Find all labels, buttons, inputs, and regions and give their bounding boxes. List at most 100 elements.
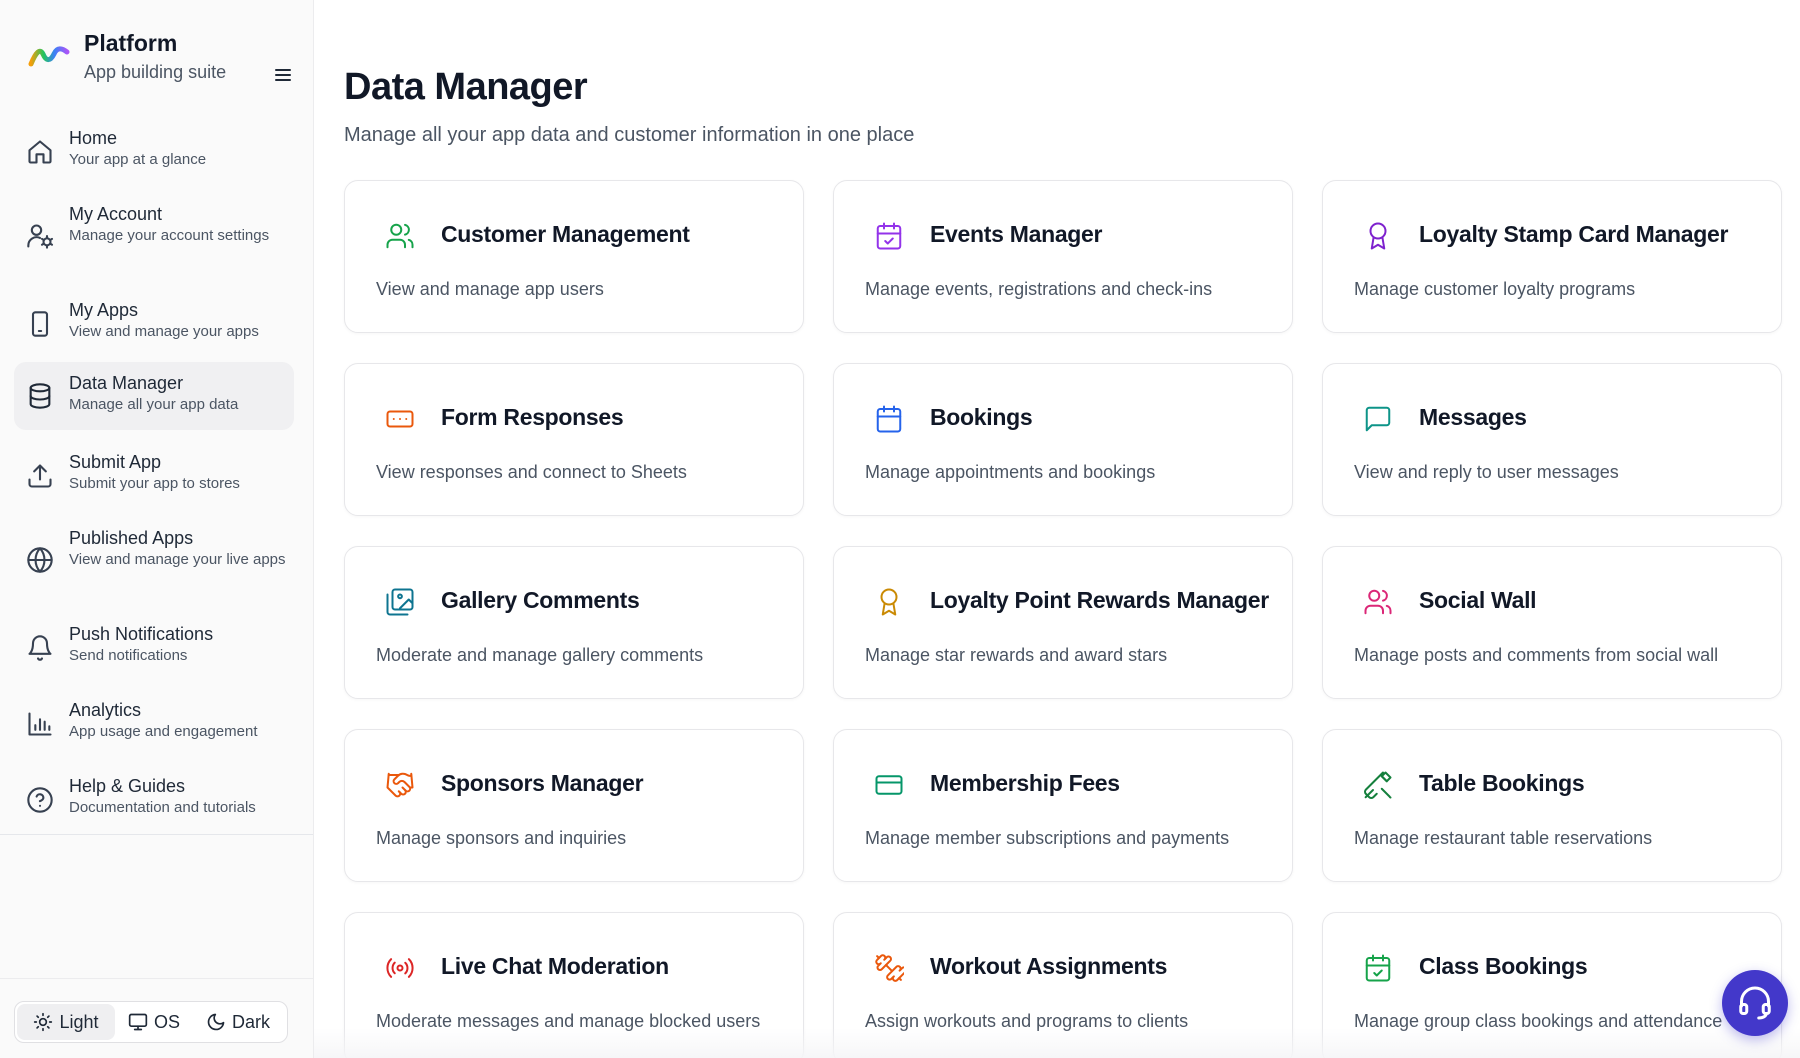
- card-title: Events Manager: [930, 221, 1103, 247]
- card-desc: Manage star rewards and award stars: [865, 645, 1168, 665]
- users-icon: [1363, 587, 1393, 617]
- calendar-check-icon: [1363, 953, 1393, 983]
- sidebar-item-label: Submit App: [69, 452, 162, 472]
- card-form-responses[interactable]: Form Responses View responses and connec…: [344, 363, 804, 516]
- support-chat-button[interactable]: [1722, 970, 1788, 1036]
- utensils-crossed-icon: [1363, 770, 1393, 800]
- radio-icon: [385, 953, 415, 983]
- card-live-chat-moderation[interactable]: Live Chat Moderation Moderate messages a…: [344, 912, 804, 1058]
- card-desc: Moderate messages and manage blocked use…: [376, 1011, 761, 1031]
- card-title: Form Responses: [441, 404, 624, 430]
- sidebar-item-label: Home: [69, 128, 118, 148]
- card-bookings[interactable]: Bookings Manage appointments and booking…: [833, 363, 1293, 516]
- sidebar-item-push-notifications[interactable]: Push Notifications Send notifications: [14, 610, 294, 686]
- card-desc: Manage restaurant table reservations: [1354, 828, 1653, 848]
- message-square-icon: [1363, 404, 1393, 434]
- sidebar-item-desc: App usage and engagement: [69, 723, 258, 740]
- monitor-icon: [128, 1013, 148, 1031]
- card-desc: Manage group class bookings and attendan…: [1354, 1011, 1723, 1031]
- card-sponsors-manager[interactable]: Sponsors Manager Manage sponsors and inq…: [344, 729, 804, 882]
- card-workout-assignments[interactable]: Workout Assignments Assign workouts and …: [833, 912, 1293, 1058]
- credit-card-icon: [874, 770, 904, 800]
- users-icon: [385, 221, 415, 251]
- card-title: Loyalty Stamp Card Manager: [1419, 221, 1729, 247]
- card-desc: Manage events, registrations and check-i…: [865, 279, 1213, 299]
- moon-icon: [207, 1013, 225, 1031]
- calendar-icon: [874, 404, 904, 434]
- sidebar-item-submit-app[interactable]: Submit App Submit your app to stores: [14, 438, 294, 514]
- brand-logo-icon: [28, 46, 70, 67]
- card-social-wall[interactable]: Social Wall Manage posts and comments fr…: [1322, 546, 1782, 699]
- theme-os-label: OS: [153, 1011, 180, 1032]
- sidebar-item-data-manager[interactable]: Data Manager Manage all your app data: [14, 362, 294, 430]
- card-title: Messages: [1419, 404, 1527, 430]
- upload-icon: [26, 462, 54, 490]
- globe-icon: [26, 546, 54, 574]
- card-gallery-comments[interactable]: Gallery Comments Moderate and manage gal…: [344, 546, 804, 699]
- card-title: Bookings: [930, 404, 1033, 430]
- card-title: Live Chat Moderation: [441, 953, 669, 979]
- theme-area: Light OS Dark: [0, 978, 313, 1058]
- card-messages[interactable]: Messages View and reply to user messages: [1322, 363, 1782, 516]
- card-events-manager[interactable]: Events Manager Manage events, registrati…: [833, 180, 1293, 333]
- theme-dark-button[interactable]: Dark: [193, 1004, 283, 1040]
- form-input-icon: [385, 404, 415, 434]
- sidebar-item-my-apps[interactable]: My Apps View and manage your apps: [14, 286, 294, 362]
- award-icon: [1363, 221, 1393, 251]
- card-desc: View and reply to user messages: [1354, 462, 1619, 482]
- sidebar-item-label: Published Apps: [69, 528, 194, 548]
- sun-icon: [34, 1012, 53, 1032]
- card-desc: Assign workouts and programs to clients: [865, 1011, 1189, 1031]
- card-title: Social Wall: [1419, 587, 1537, 613]
- card-desc: Manage sponsors and inquiries: [376, 828, 627, 848]
- page-title: Data Manager: [344, 66, 588, 108]
- sidebar: Platform App building suite Home Your ap…: [0, 0, 314, 1058]
- sidebar-item-published-apps[interactable]: Published Apps View and manage your live…: [14, 514, 294, 610]
- sidebar-item-help-guides[interactable]: Help & Guides Documentation and tutorial…: [14, 762, 294, 838]
- images-icon: [385, 587, 415, 617]
- card-desc: Manage appointments and bookings: [865, 462, 1156, 482]
- theme-dark-label: Dark: [231, 1011, 270, 1032]
- sidebar-item-home[interactable]: Home Your app at a glance: [14, 114, 294, 190]
- help-circle-icon: [26, 786, 54, 814]
- page-subtitle: Manage all your app data and customer in…: [344, 124, 915, 146]
- card-customer-management[interactable]: Customer Management View and manage app …: [344, 180, 804, 333]
- sidebar-item-label: My Account: [69, 204, 163, 224]
- sidebar-item-label: Analytics: [69, 700, 142, 720]
- menu-toggle-icon[interactable]: [268, 62, 298, 88]
- theme-light-label: Light: [59, 1011, 99, 1032]
- card-desc: Moderate and manage gallery comments: [376, 645, 704, 665]
- headset-icon: [1739, 986, 1771, 1020]
- card-desc: View responses and connect to Sheets: [376, 462, 687, 482]
- card-loyalty-stamp-card-manager[interactable]: Loyalty Stamp Card Manager Manage custom…: [1322, 180, 1782, 333]
- card-title: Membership Fees: [930, 770, 1120, 796]
- card-membership-fees[interactable]: Membership Fees Manage member subscripti…: [833, 729, 1293, 882]
- brand-name: Platform: [84, 30, 178, 56]
- card-desc: Manage member subscriptions and payments: [865, 828, 1230, 848]
- sidebar-item-desc: Your app at a glance: [69, 151, 207, 168]
- theme-os-button[interactable]: OS: [115, 1004, 193, 1040]
- sidebar-item-label: My Apps: [69, 300, 139, 320]
- sidebar-item-desc: Manage all your app data: [69, 396, 239, 413]
- main-content: Data Manager Manage all your app data an…: [314, 0, 1800, 1058]
- card-class-bookings[interactable]: Class Bookings Manage group class bookin…: [1322, 912, 1782, 1058]
- sidebar-item-desc: View and manage your live apps: [69, 551, 286, 568]
- theme-light-button[interactable]: Light: [17, 1004, 115, 1040]
- card-title: Class Bookings: [1419, 953, 1588, 979]
- smartphone-icon: [26, 310, 54, 338]
- award-icon: [874, 587, 904, 617]
- sidebar-item-analytics[interactable]: Analytics App usage and engagement: [14, 686, 294, 762]
- sidebar-nav: Home Your app at a glance My Account Man…: [14, 114, 294, 838]
- calendar-check-icon: [874, 221, 904, 251]
- card-table-bookings[interactable]: Table Bookings Manage restaurant table r…: [1322, 729, 1782, 882]
- bar-chart-icon: [26, 710, 54, 738]
- database-icon: [26, 382, 54, 410]
- brand: Platform App building suite: [28, 26, 291, 86]
- sidebar-item-my-account[interactable]: My Account Manage your account settings: [14, 190, 294, 286]
- sidebar-item-desc: Manage your account settings: [69, 227, 270, 244]
- sidebar-item-label: Push Notifications: [69, 624, 214, 644]
- brand-tagline: App building suite: [84, 62, 227, 82]
- card-loyalty-point-rewards-manager[interactable]: Loyalty Point Rewards Manager Manage sta…: [833, 546, 1293, 699]
- sidebar-item-desc: Submit your app to stores: [69, 475, 240, 492]
- card-desc: Manage customer loyalty programs: [1354, 279, 1636, 299]
